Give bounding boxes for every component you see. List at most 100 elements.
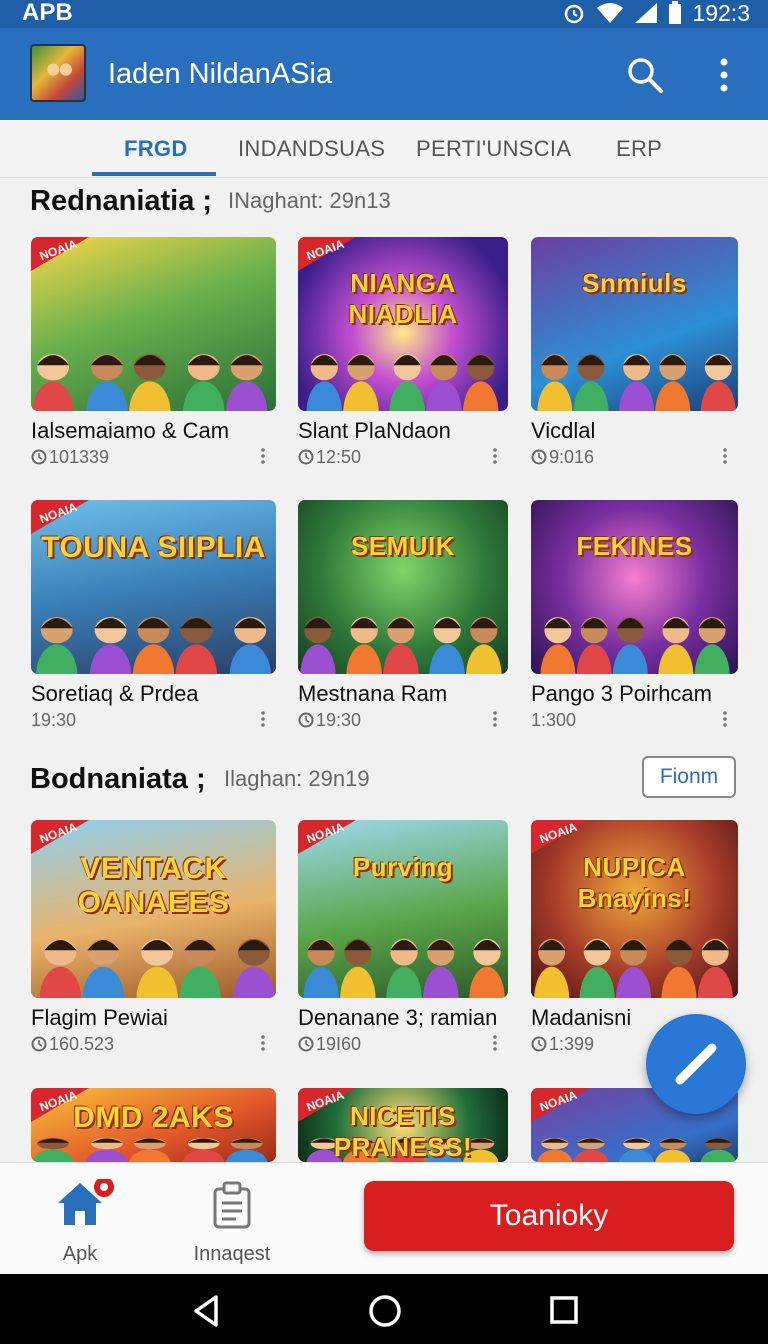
tab-bar: FRGD INDANDSUAS PERTI'UNSCIA ERP xyxy=(0,120,768,178)
card-menu-icon[interactable] xyxy=(490,447,500,465)
tab-pertiunscia[interactable]: PERTI'UNSCIA xyxy=(416,136,571,162)
bottom-bar: Apk Innaqest Toanioky xyxy=(0,1162,768,1274)
filter-button[interactable]: Fionm xyxy=(642,756,736,798)
section-subtitle: Ilaghan: 29n19 xyxy=(224,766,370,791)
app-title: Iaden NildanASia xyxy=(108,58,333,90)
game-logo-text: Purving xyxy=(352,852,454,882)
card-menu-icon[interactable] xyxy=(720,710,730,728)
game-meta: 12:50 xyxy=(298,446,361,468)
tab-indicator xyxy=(92,172,216,176)
characters-illustration xyxy=(300,616,502,674)
characters-illustration xyxy=(32,353,268,411)
nav-home-label: Apk xyxy=(62,1243,98,1265)
status-icons: 192:3 xyxy=(562,0,750,26)
game-meta: 160.523 xyxy=(31,1033,114,1055)
card-menu-icon[interactable] xyxy=(490,710,500,728)
game-thumbnail[interactable]: TOUNA SIIPLIA NOAIA xyxy=(31,500,276,674)
game-logo-text: TOUNA SIIPLIA xyxy=(41,531,266,564)
game-title: Vicdlal xyxy=(531,418,596,443)
game-thumbnail[interactable]: VENTACK OANAEES NOAIA xyxy=(31,820,276,998)
card-menu-icon[interactable] xyxy=(720,447,730,465)
section-subtitle: INaghant: 29n13 xyxy=(228,188,391,213)
wifi-icon xyxy=(597,3,624,23)
section-title: Rednaniatia ; xyxy=(30,185,213,217)
clock-icon xyxy=(298,449,314,465)
game-meta: 19:30 xyxy=(298,709,361,731)
game-thumbnail[interactable]: DMD 2AKS NOAIA xyxy=(31,1088,276,1162)
game-logo-text: DMD 2AKS xyxy=(73,1101,234,1134)
game-thumbnail[interactable]: NOAIA xyxy=(31,237,276,411)
section-title: Bodnaniata ; xyxy=(30,763,206,795)
tab-erp[interactable]: ERP xyxy=(616,136,662,162)
clock-icon xyxy=(531,1036,547,1052)
characters-illustration xyxy=(306,353,499,411)
game-logo-text: VENTACK OANAEES xyxy=(77,852,230,919)
nav-home[interactable]: Apk xyxy=(20,1175,140,1265)
game-meta: 1:399 xyxy=(531,1033,594,1055)
game-meta: 19:30 xyxy=(31,710,77,730)
nav-requests[interactable]: Innaqest xyxy=(172,1179,292,1265)
pencil-icon xyxy=(675,1043,717,1085)
characters-illustration xyxy=(35,616,272,674)
edit-fab[interactable] xyxy=(646,1014,746,1114)
battery-icon xyxy=(669,1,682,24)
back-icon[interactable] xyxy=(190,1294,224,1328)
search-icon[interactable] xyxy=(626,56,664,94)
system-nav-bar xyxy=(0,1274,768,1344)
game-meta: 19I60 xyxy=(298,1033,361,1055)
tab-indandsuas[interactable]: INDANDSUAS xyxy=(238,136,385,162)
characters-illustration xyxy=(540,616,730,674)
more-vert-icon[interactable] xyxy=(712,56,736,94)
carrier-label: APB xyxy=(22,0,73,26)
game-title: Madanisni xyxy=(531,1005,632,1030)
game-title: Soretiaq & Prdea xyxy=(31,681,199,706)
game-thumbnail[interactable]: NICETIS PRANESS! NOAIA xyxy=(298,1088,508,1162)
game-logo-text: NIANGA NIADLIA xyxy=(348,268,458,329)
game-thumbnail[interactable]: NIANGA NIADLIA NOAIA xyxy=(298,237,508,411)
card-menu-icon[interactable] xyxy=(490,1034,500,1052)
game-thumbnail[interactable]: Snmiuls xyxy=(531,237,738,411)
card-menu-icon[interactable] xyxy=(258,710,268,728)
home-circle-icon[interactable] xyxy=(367,1293,403,1329)
characters-illustration xyxy=(303,939,505,998)
game-title: Ialsemaiamo & Cam xyxy=(31,418,230,443)
game-logo-text: NICETIS PRANESS! xyxy=(333,1101,473,1162)
tab-frgd[interactable]: FRGD xyxy=(124,136,188,162)
characters-illustration xyxy=(537,353,736,411)
card-menu-icon[interactable] xyxy=(258,1034,268,1052)
game-title: Denanane 3; ramian xyxy=(298,1005,498,1030)
characters-illustration xyxy=(534,939,733,998)
game-title: Flagim Pewiai xyxy=(31,1005,168,1030)
nav-requests-label: Innaqest xyxy=(193,1243,271,1265)
app-logo xyxy=(30,44,86,102)
clock-icon xyxy=(31,1036,47,1052)
clock: 192:3 xyxy=(692,0,750,26)
game-thumbnail[interactable]: Purving NOAIA xyxy=(298,820,508,998)
clock-icon xyxy=(298,712,314,728)
game-title: Pango 3 Poirhcam xyxy=(531,681,712,706)
alarm-icon xyxy=(565,4,584,24)
clipboard-icon xyxy=(213,1181,251,1229)
recents-icon[interactable] xyxy=(549,1295,579,1325)
game-logo-text: SEMUIK xyxy=(350,531,456,561)
game-meta: 1:300 xyxy=(531,710,577,730)
characters-illustration xyxy=(537,1137,736,1162)
game-meta: 9:016 xyxy=(531,446,594,468)
card-menu-icon[interactable] xyxy=(258,447,268,465)
clock-icon xyxy=(298,1036,314,1052)
game-meta: 101339 xyxy=(31,446,109,468)
clock-icon xyxy=(31,449,47,465)
clock-icon xyxy=(531,449,547,465)
status-bar: APB 192:3 xyxy=(0,0,768,28)
game-title: Mestnana Ram xyxy=(298,681,448,706)
game-logo-text: Snmiuls xyxy=(582,268,687,298)
game-thumbnail[interactable]: NUPICA Bnayins! NOAIA xyxy=(531,820,738,998)
game-thumbnail[interactable]: SEMUIK xyxy=(298,500,508,674)
game-logo-text: NUPICA Bnayins! xyxy=(577,852,692,913)
primary-action-button[interactable]: Toanioky xyxy=(364,1181,734,1251)
signal-icon xyxy=(635,3,658,23)
app-bar: Iaden NildanASia xyxy=(0,28,768,120)
game-thumbnail[interactable]: FEKINES xyxy=(531,500,738,674)
game-title: Slant PlaNdaon xyxy=(298,418,451,443)
home-icon xyxy=(58,1175,116,1225)
